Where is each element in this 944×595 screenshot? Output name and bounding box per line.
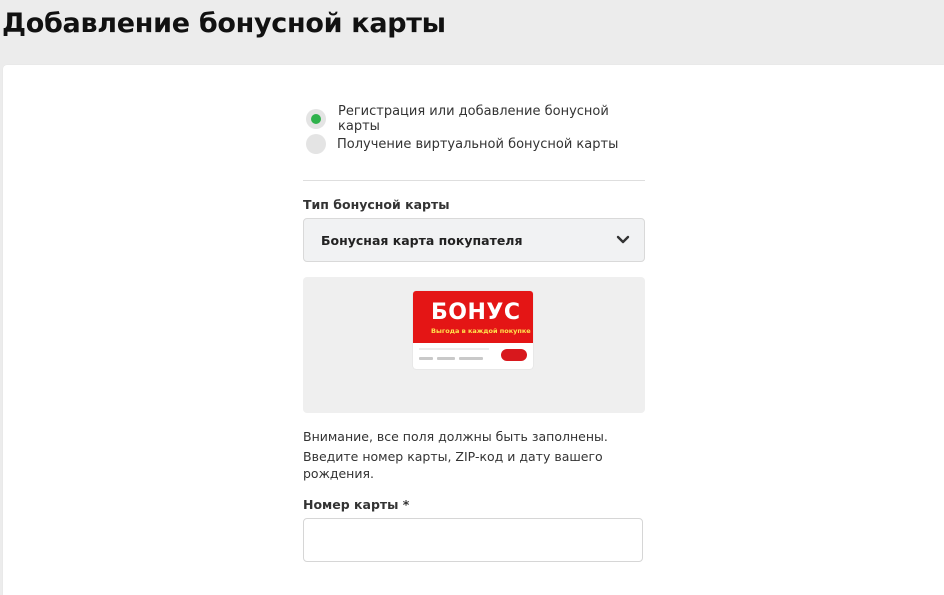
form-panel: Регистрация или добавление бонусной карт…: [3, 65, 944, 595]
radio-button[interactable]: [306, 134, 326, 154]
radio-option-register[interactable]: Регистрация или добавление бонусной карт…: [303, 104, 645, 134]
card-type-label: Тип бонусной карты: [303, 197, 450, 212]
bonus-card-image: БОНУС Выгода в каждой покупке: [413, 291, 533, 369]
card-type-select[interactable]: Бонусная карта покупателя: [303, 218, 645, 262]
card-contact-info: [419, 355, 499, 361]
notice-instructions: Введите номер карты, ZIP-код и дату ваше…: [303, 449, 603, 481]
chevron-down-icon: [616, 235, 630, 244]
radio-option-virtual[interactable]: Получение виртуальной бонусной карты: [303, 134, 618, 154]
divider: [303, 180, 645, 181]
card-number-input[interactable]: [303, 518, 643, 562]
card-preview: БОНУС Выгода в каждой покупке: [303, 277, 645, 413]
card-divider: [419, 348, 489, 350]
store-logo-icon: [501, 349, 527, 361]
radio-option-label: Регистрация или добавление бонусной карт…: [338, 104, 609, 134]
card-brand: БОНУС: [431, 300, 521, 325]
radio-button-checked[interactable]: [306, 109, 326, 129]
card-number-label: Номер карты *: [303, 497, 410, 512]
notice-required: Внимание, все поля должны быть заполнены…: [303, 429, 608, 444]
card-tagline: Выгода в каждой покупке: [431, 327, 531, 335]
radio-option-label: Получение виртуальной бонусной карты: [337, 136, 619, 152]
page-title: Добавление бонусной карты: [2, 8, 446, 39]
card-type-selected-value: Бонусная карта покупателя: [321, 232, 523, 248]
